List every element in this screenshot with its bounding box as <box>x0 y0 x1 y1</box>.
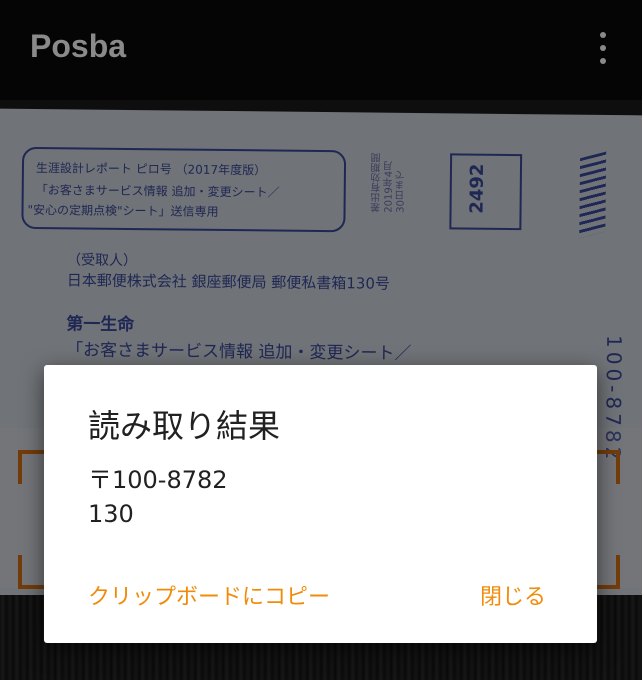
close-button[interactable]: 閉じる <box>480 579 546 611</box>
dialog-result-text: 〒100-8782 130 <box>88 463 228 531</box>
app-bar: Posba <box>0 0 642 100</box>
overflow-menu-icon[interactable] <box>592 32 614 64</box>
dialog-title: 読み取り結果 <box>88 407 281 445</box>
app-title: Posba <box>30 28 127 64</box>
result-dialog: 読み取り結果 〒100-8782 130 クリップボードにコピー 閉じる <box>44 365 597 643</box>
result-postal-code: 〒100-8782 <box>88 466 228 494</box>
result-number: 130 <box>88 500 134 528</box>
menu-dot <box>600 58 606 64</box>
copy-to-clipboard-button[interactable]: クリップボードにコピー <box>88 579 330 611</box>
menu-dot <box>600 32 606 38</box>
menu-dot <box>600 45 606 51</box>
